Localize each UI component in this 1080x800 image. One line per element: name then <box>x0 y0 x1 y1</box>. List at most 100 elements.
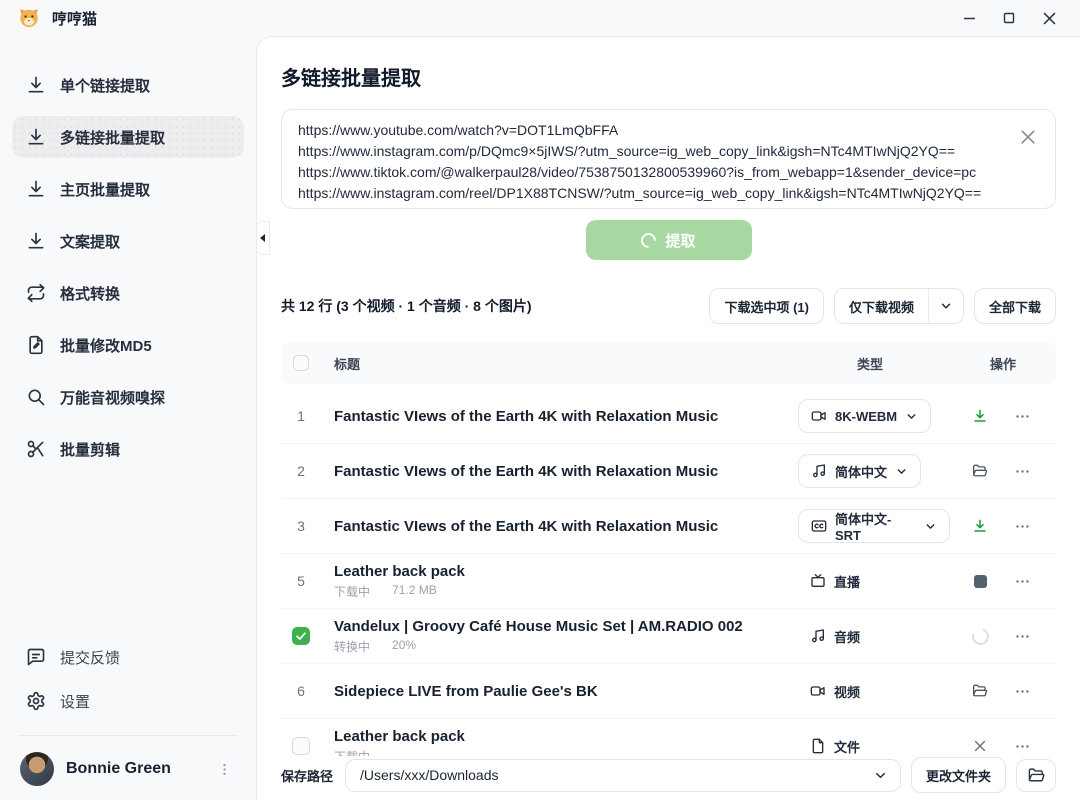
gear-icon <box>26 691 46 711</box>
save-path-value: /Users/xxx/Downloads <box>360 767 873 783</box>
feedback-icon <box>26 647 46 667</box>
sidebar-item-format-convert[interactable]: 格式转换 <box>12 272 244 314</box>
sidebar-item-multi-link-batch-extract[interactable]: 多链接批量提取 <box>12 116 244 158</box>
url-line: https://www.instagram.com/reel/DP1X88TCN… <box>298 183 1003 204</box>
download-icon <box>26 179 46 199</box>
type-label: 简体中文-SRT <box>835 509 916 543</box>
change-folder-button[interactable]: 更改文件夹 <box>911 757 1006 793</box>
search-icon <box>26 387 46 407</box>
row-more-menu-icon[interactable] <box>1014 628 1031 645</box>
user-profile[interactable]: Bonnie Green <box>12 748 244 786</box>
save-path-label: 保存路径 <box>281 766 333 785</box>
url-line: https://www.instagram.com/p/DQmc9×5jIWS/… <box>298 141 1003 162</box>
table-body: 1 Fantastic VIews of the Earth 4K with Re… <box>281 389 1056 774</box>
minimize-button[interactable] <box>956 5 982 31</box>
type-label-group: 文件 <box>810 737 860 756</box>
table-row: 5Leather back pack 下载中 71.2 MB 直播 <box>281 554 1056 609</box>
video-only-button[interactable]: 仅下载视频 <box>835 289 928 323</box>
page-title: 多链接批量提取 <box>281 65 1056 93</box>
chevron-down-icon[interactable] <box>928 289 963 323</box>
row-more-menu-icon[interactable] <box>1014 573 1031 590</box>
column-header-title: 标题 <box>321 354 790 373</box>
row-more-menu-icon[interactable] <box>1014 408 1031 425</box>
sidebar-item-settings[interactable]: 设置 <box>12 681 244 721</box>
row-number: 1 <box>297 408 305 424</box>
type-select[interactable]: 8K-WEBM <box>798 399 931 433</box>
row-checkbox[interactable] <box>292 737 310 755</box>
sidebar-item-label: 批量剪辑 <box>60 439 120 460</box>
url-input[interactable]: https://www.youtube.com/watch?v=DOT1LmQb… <box>281 109 1056 209</box>
open-folder-row-button[interactable] <box>970 681 990 701</box>
maximize-button[interactable] <box>996 5 1022 31</box>
row-number: 2 <box>297 463 305 479</box>
row-title: Fantastic VIews of the Earth 4K with Rel… <box>334 463 790 480</box>
column-header-type: 类型 <box>790 354 950 373</box>
row-title: Leather back pack <box>334 563 790 580</box>
row-more-menu-icon[interactable] <box>1014 463 1031 480</box>
open-folder-row-button[interactable] <box>970 461 990 481</box>
sidebar-item-feedback[interactable]: 提交反馈 <box>12 637 244 677</box>
video-camera-icon <box>811 408 827 424</box>
video-only-split-button: 仅下载视频 <box>834 288 964 324</box>
status-value: 20% <box>392 638 416 655</box>
sidebar-item-batch-md5-edit[interactable]: 批量修改MD5 <box>12 324 244 366</box>
row-more-menu-icon[interactable] <box>1014 518 1031 535</box>
chevron-down-icon <box>924 520 937 533</box>
stop-icon <box>974 575 987 588</box>
sidebar-item-single-link-extract[interactable]: 单个链接提取 <box>12 64 244 106</box>
row-more-menu-icon[interactable] <box>1014 738 1031 755</box>
stop-row-button[interactable] <box>970 571 990 591</box>
sidebar-item-label: 提交反馈 <box>60 647 120 668</box>
video-camera-icon <box>810 683 826 699</box>
row-checkbox[interactable] <box>292 627 310 645</box>
scissors-icon <box>26 439 46 459</box>
type-label: 8K-WEBM <box>835 409 897 424</box>
clear-input-icon[interactable] <box>1015 124 1041 150</box>
row-number: 5 <box>297 573 305 589</box>
sidebar-item-label: 文案提取 <box>60 231 120 252</box>
chevron-down-icon <box>895 465 908 478</box>
select-all-checkbox[interactable] <box>293 355 309 371</box>
table-row: 2 Fantastic VIews of the Earth 4K with Re… <box>281 444 1056 499</box>
sidebar-collapse-handle[interactable] <box>256 221 270 255</box>
download-row-button[interactable] <box>970 516 990 536</box>
download-icon <box>26 231 46 251</box>
status-value: 71.2 MB <box>392 583 437 600</box>
table-row: 6Sidepiece LIVE from Paulie Gee's BK 视频 <box>281 664 1056 719</box>
sidebar-item-batch-clip[interactable]: 批量剪辑 <box>12 428 244 470</box>
main-panel: 多链接批量提取 https://www.youtube.com/watch?v=… <box>256 36 1080 800</box>
cc-icon <box>811 518 827 534</box>
user-menu-kebab-icon[interactable] <box>213 758 236 781</box>
save-path-select[interactable]: /Users/xxx/Downloads <box>345 759 901 792</box>
download-row-button[interactable] <box>970 406 990 426</box>
music-note-icon <box>810 628 826 644</box>
sidebar-item-label: 主页批量提取 <box>60 179 150 200</box>
type-label: 音频 <box>834 627 860 646</box>
sidebar-item-label: 单个链接提取 <box>60 75 150 96</box>
type-select[interactable]: 简体中文 <box>798 454 921 488</box>
window-controls <box>956 5 1066 31</box>
download-icon <box>26 75 46 95</box>
row-status: 转换中 20% <box>334 638 790 655</box>
results-table: 标题 类型 操作 1Fantastic VIews of the Earth 4… <box>281 342 1056 774</box>
sidebar-spacer <box>12 480 244 637</box>
type-select[interactable]: 简体中文-SRT <box>798 509 950 543</box>
app-logo-cat-icon <box>18 7 40 29</box>
type-label: 简体中文 <box>835 462 887 481</box>
download-all-button[interactable]: 全部下载 <box>974 288 1056 324</box>
download-selected-button[interactable]: 下载选中项 (1) <box>709 288 824 324</box>
sidebar-divider <box>18 735 238 736</box>
url-line: https://www.youtube.com/watch?v=DOT1LmQb… <box>298 120 1003 141</box>
sidebar-item-caption-extract[interactable]: 文案提取 <box>12 220 244 262</box>
extract-button[interactable]: 提取 <box>586 220 752 260</box>
table-row: 3Fantastic VIews of the Earth 4K with Re… <box>281 499 1056 554</box>
save-path-bar: 保存路径 /Users/xxx/Downloads 更改文件夹 <box>257 756 1080 800</box>
open-folder-button[interactable] <box>1016 759 1056 792</box>
sidebar-item-homepage-batch-extract[interactable]: 主页批量提取 <box>12 168 244 210</box>
row-more-menu-icon[interactable] <box>1014 683 1031 700</box>
close-window-button[interactable] <box>1036 5 1062 31</box>
cancel-row-button[interactable] <box>970 736 990 756</box>
row-title: Fantastic VIews of the Earth 4K with Rel… <box>334 408 790 425</box>
type-label-group: 视频 <box>810 682 860 701</box>
sidebar-item-media-sniffer[interactable]: 万能音视频嗅探 <box>12 376 244 418</box>
